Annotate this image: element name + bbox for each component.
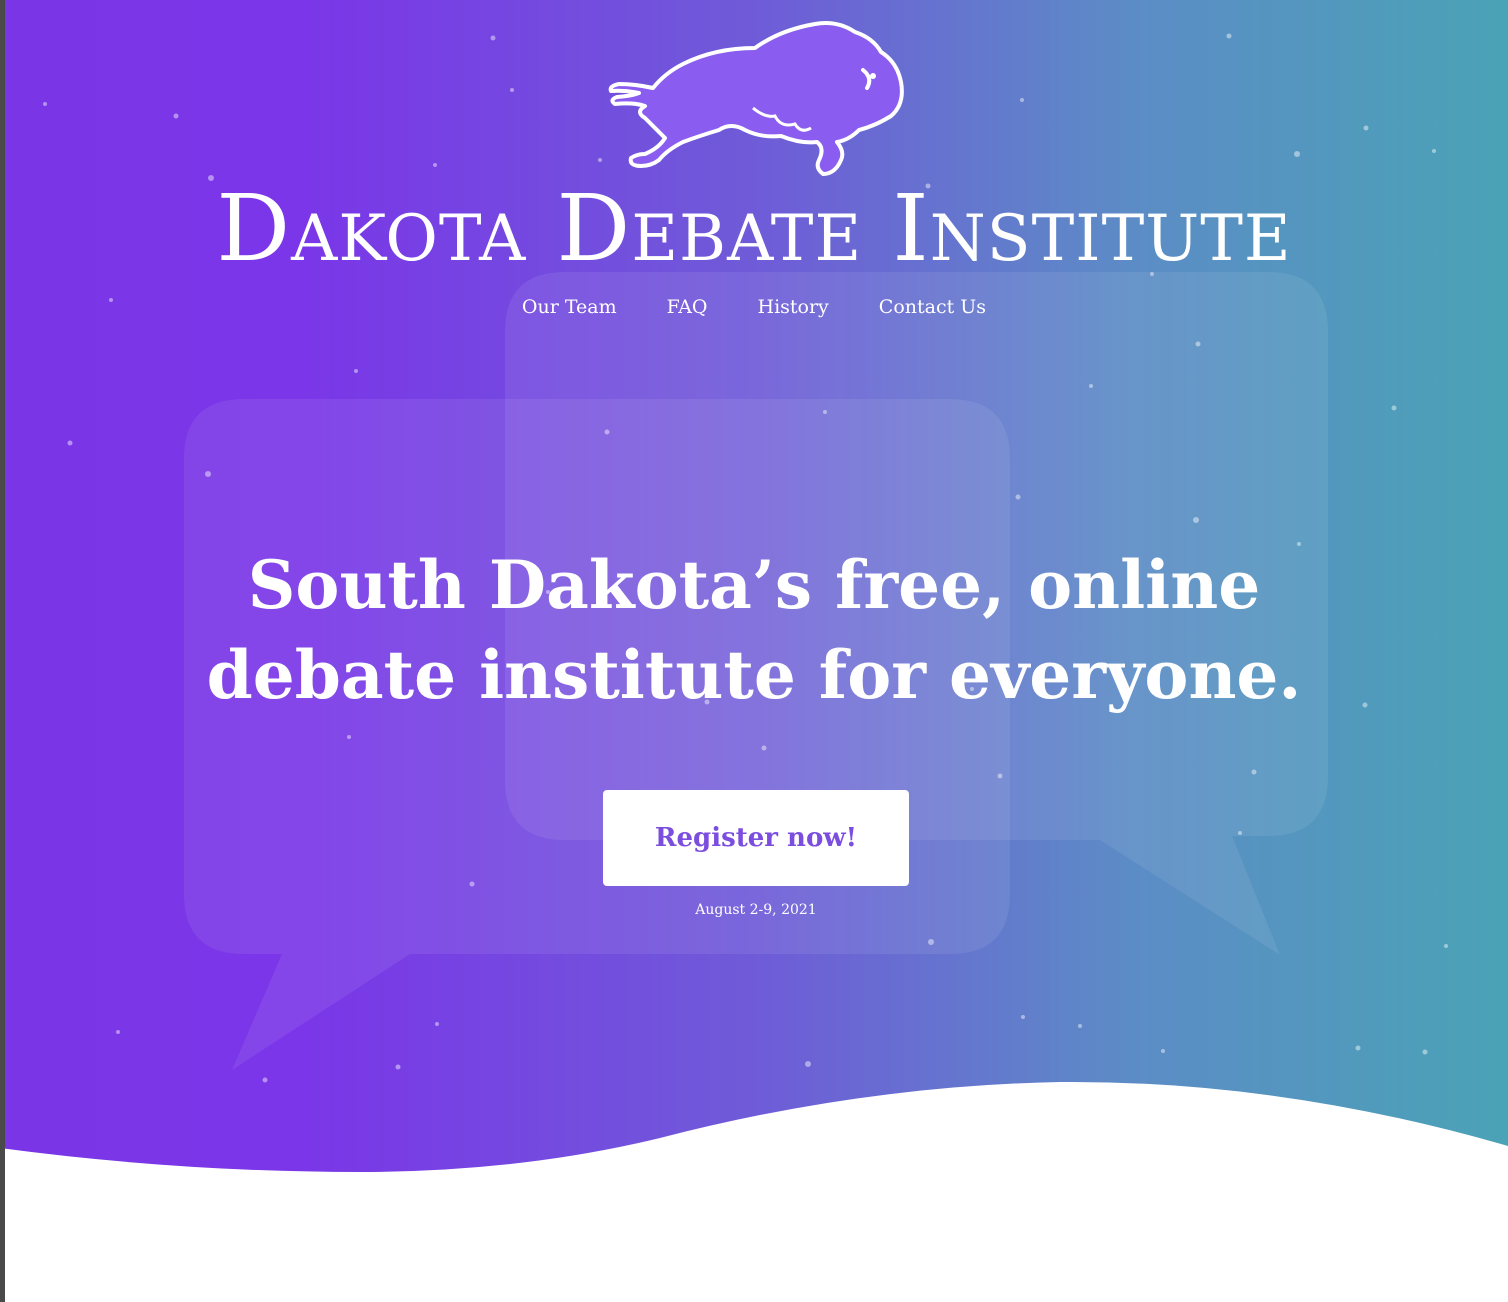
nav-item-our-team[interactable]: Our Team	[522, 296, 617, 318]
hero-headline: South Dakota’s free, online debate insti…	[0, 540, 1508, 720]
nav-item-faq[interactable]: FAQ	[667, 296, 708, 318]
site-title: Dakota Debate Institute	[0, 183, 1508, 275]
headline-line-1: South Dakota’s free, online	[248, 546, 1260, 624]
event-date: August 2-9, 2021	[603, 902, 909, 918]
nav-item-contact-us[interactable]: Contact Us	[879, 296, 986, 318]
hero-section: Dakota Debate Institute Our Team FAQ His…	[0, 0, 1508, 1180]
landing-page: Dakota Debate Institute Our Team FAQ His…	[0, 0, 1508, 1302]
bison-icon[interactable]	[605, 18, 907, 180]
nav-item-history[interactable]: History	[758, 296, 829, 318]
wave-divider	[0, 1060, 1508, 1302]
register-button[interactable]: Register now!	[603, 790, 909, 886]
main-nav: Our Team FAQ History Contact Us	[0, 296, 1508, 318]
window-edge	[0, 0, 5, 1302]
speech-bubble-left	[184, 399, 1010, 1070]
headline-line-2: debate institute for everyone.	[207, 636, 1302, 714]
